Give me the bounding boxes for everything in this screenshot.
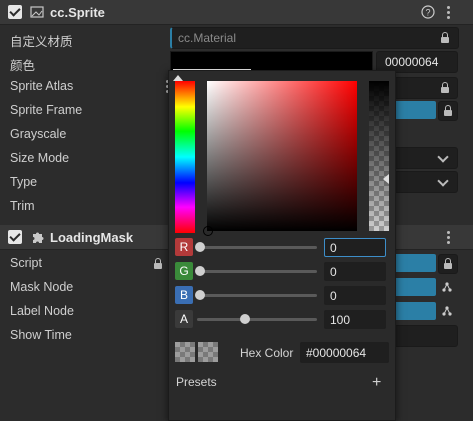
loadingmask-component-title: LoadingMask: [50, 230, 134, 245]
script-lock[interactable]: [438, 254, 458, 274]
chevron-down-icon: [437, 151, 449, 163]
sprite-icon: [30, 6, 44, 18]
prop-mask-node-label: Mask Node: [10, 280, 74, 294]
prop-type-label: Type: [10, 175, 38, 189]
sprite-atlas-field[interactable]: [394, 77, 458, 99]
lock-icon: [441, 32, 449, 43]
prop-sprite-atlas-label: Sprite Atlas: [10, 79, 74, 93]
show-time-field[interactable]: [394, 325, 458, 347]
current-color-swatch: [198, 342, 218, 362]
prop-custom-material-label: 自定义材质: [10, 35, 73, 49]
alpha-channel-thumb[interactable]: [239, 314, 250, 324]
sv-cursor[interactable]: [203, 226, 213, 236]
mask-node-ref[interactable]: [394, 278, 436, 296]
blue-value-input[interactable]: 0: [324, 286, 386, 305]
alpha-slider[interactable]: [369, 81, 389, 231]
lock-icon: [154, 258, 162, 269]
red-slider[interactable]: [197, 246, 317, 249]
prop-sprite-frame-label: Sprite Frame: [10, 103, 83, 117]
green-slider[interactable]: [197, 270, 317, 273]
sprite-frame-lock[interactable]: [438, 101, 458, 121]
alpha-pointer[interactable]: [383, 174, 389, 184]
prop-size-mode-label: Size Mode: [10, 151, 70, 165]
prop-show-time-label: Show Time: [10, 328, 72, 342]
prop-script-label: Script: [10, 256, 42, 270]
sprite-component-header[interactable]: cc.Sprite ?: [0, 0, 473, 25]
label-node-ref[interactable]: [394, 302, 436, 320]
node-icon[interactable]: [442, 282, 452, 292]
chevron-down-icon: [437, 175, 449, 187]
prop-trim-label: Trim: [10, 199, 35, 213]
puzzle-icon: [33, 232, 44, 243]
size-mode-select[interactable]: [394, 147, 458, 169]
red-slider-thumb[interactable]: [195, 242, 205, 252]
alpha-channel-slider[interactable]: [197, 318, 317, 321]
lock-icon: [444, 105, 452, 116]
blue-slider[interactable]: [197, 294, 317, 297]
prop-color-label: 颜色: [10, 59, 36, 73]
lock-icon: [444, 258, 452, 269]
red-value-input[interactable]: 0: [324, 238, 386, 257]
previous-color-swatch: [175, 342, 195, 362]
color-hex-value: 00000064: [385, 55, 439, 69]
green-slider-thumb[interactable]: [195, 266, 205, 276]
hex-color-label: Hex Color: [240, 346, 294, 360]
type-select[interactable]: [394, 171, 458, 193]
color-picker-popup[interactable]: R 0 G 0 B 0 A 100 Hex Color #00000064 Pr…: [168, 70, 396, 421]
help-icon[interactable]: ?: [421, 5, 435, 19]
svg-text:?: ?: [425, 8, 430, 18]
script-asset[interactable]: [394, 254, 436, 272]
green-value-input[interactable]: 0: [324, 262, 386, 281]
green-channel-label: G: [175, 262, 193, 280]
blue-slider-thumb[interactable]: [195, 290, 205, 300]
red-channel-label: R: [175, 238, 193, 256]
sprite-component-title: cc.Sprite: [50, 5, 105, 20]
blue-channel-label: B: [175, 286, 193, 304]
alpha-channel-label: A: [175, 310, 193, 328]
presets-label: Presets: [176, 375, 217, 389]
prop-label-node-label: Label Node: [10, 304, 74, 318]
hex-color-input[interactable]: #00000064: [300, 342, 389, 363]
loadingmask-enabled-checkbox[interactable]: [8, 230, 22, 244]
hue-slider[interactable]: [175, 81, 195, 233]
saturation-value-area[interactable]: [203, 81, 357, 236]
alpha-value-input[interactable]: 100: [324, 310, 386, 329]
loadingmask-more-icon[interactable]: [447, 231, 450, 246]
lock-icon: [441, 82, 449, 93]
plus-icon[interactable]: +: [372, 374, 381, 392]
sprite-frame-asset[interactable]: [394, 101, 436, 119]
prop-grayscale-label: Grayscale: [10, 127, 67, 141]
custom-material-field[interactable]: cc.Material: [170, 27, 459, 49]
sprite-enabled-checkbox[interactable]: [8, 5, 22, 19]
node-icon[interactable]: [442, 306, 452, 316]
sprite-more-icon[interactable]: [447, 6, 450, 21]
custom-material-value: cc.Material: [178, 31, 237, 45]
